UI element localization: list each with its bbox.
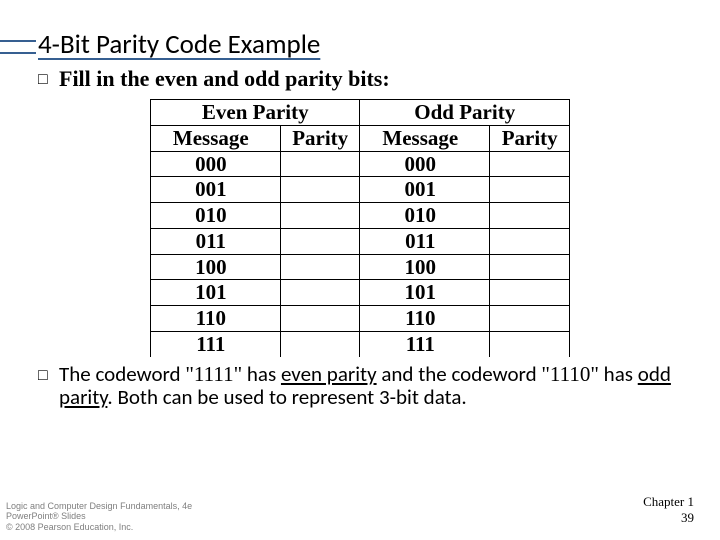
footer-slides-label: PowerPoint® Slides — [6, 511, 192, 521]
bullet-square-icon: □ — [38, 67, 56, 93]
table-row: 110 - 110 - — [151, 306, 570, 332]
footer-right: Chapter 1 39 — [643, 494, 694, 527]
title-block: 4-Bit Parity Code Example — [38, 28, 682, 61]
odd-par-cell — [490, 331, 570, 356]
table-row: 111 - 111 - — [151, 331, 570, 356]
footer-left: Logic and Computer Design Fundamentals, … — [6, 501, 192, 532]
table-row: 100 - 100 - — [151, 254, 570, 280]
page-number: 39 — [643, 510, 694, 526]
table-row: 001 - 001 - — [151, 177, 570, 203]
even-msg-cell: 001 - — [151, 177, 281, 203]
even-msg-cell: 011 - — [151, 228, 281, 254]
even-par-cell — [280, 254, 360, 280]
even-msg-cell: 110 - — [151, 306, 281, 332]
odd-msg-cell: 100 - — [360, 254, 490, 280]
even-message-header: Message - — [151, 125, 281, 151]
odd-par-cell — [490, 254, 570, 280]
even-parity-col-header: Parity — [280, 125, 360, 151]
even-msg-cell: 100 - — [151, 254, 281, 280]
even-par-cell — [280, 306, 360, 332]
parity-table: Even Parity Odd Parity Message - Parity … — [150, 99, 570, 357]
even-par-cell — [280, 177, 360, 203]
even-msg-cell: 101 - — [151, 280, 281, 306]
even-par-cell — [280, 228, 360, 254]
bullet-square-icon: □ — [38, 363, 56, 389]
footer-book-title: Logic and Computer Design Fundamentals, … — [6, 501, 192, 511]
odd-par-cell — [490, 177, 570, 203]
decor-line-top — [0, 40, 36, 42]
decor-line-bottom — [0, 52, 36, 54]
bullet-1: □ Fill in the even and odd parity bits: — [38, 67, 682, 93]
table-row: 000 - 000 - — [151, 151, 570, 177]
even-par-cell — [280, 280, 360, 306]
odd-msg-cell: 110 - — [360, 306, 490, 332]
parity-table-wrap: Even Parity Odd Parity Message - Parity … — [150, 99, 570, 357]
footer-copyright: © 2008 Pearson Education, Inc. — [6, 522, 192, 532]
odd-msg-cell: 000 - — [360, 151, 490, 177]
bullet-2: □ The codeword "1111" has even parity an… — [38, 363, 682, 410]
odd-par-cell — [490, 203, 570, 229]
even-par-cell — [280, 331, 360, 356]
table-row: 101 - 101 - — [151, 280, 570, 306]
even-parity-header: Even Parity — [151, 100, 360, 126]
odd-parity-col-header: Parity — [490, 125, 570, 151]
bullet-2-text: The codeword "1111" has even parity and … — [59, 363, 682, 410]
bullet-1-text: Fill in the even and odd parity bits: — [59, 67, 390, 92]
odd-msg-cell: 001 - — [360, 177, 490, 203]
odd-msg-cell: 010 - — [360, 203, 490, 229]
table-row: 010 - 010 - — [151, 203, 570, 229]
slide-title: 4-Bit Parity Code Example — [38, 28, 320, 61]
odd-par-cell — [490, 151, 570, 177]
odd-par-cell — [490, 228, 570, 254]
even-par-cell — [280, 151, 360, 177]
table-row: 011 - 011 - — [151, 228, 570, 254]
odd-par-cell — [490, 280, 570, 306]
even-par-cell — [280, 203, 360, 229]
even-msg-cell: 111 - — [151, 331, 281, 356]
slide-container: 4-Bit Parity Code Example □ Fill in the … — [0, 0, 720, 540]
even-msg-cell: 000 - — [151, 151, 281, 177]
table-header-top: Even Parity Odd Parity — [151, 100, 570, 126]
table-header-sub: Message - Parity Message - Parity — [151, 125, 570, 151]
chapter-label: Chapter 1 — [643, 494, 694, 510]
even-msg-cell: 010 - — [151, 203, 281, 229]
odd-message-header: Message - — [360, 125, 490, 151]
odd-msg-cell: 111 - — [360, 331, 490, 356]
odd-par-cell — [490, 306, 570, 332]
odd-msg-cell: 011 - — [360, 228, 490, 254]
odd-parity-header: Odd Parity — [360, 100, 570, 126]
slide-body: □ Fill in the even and odd parity bits: … — [38, 67, 682, 410]
odd-msg-cell: 101 - — [360, 280, 490, 306]
